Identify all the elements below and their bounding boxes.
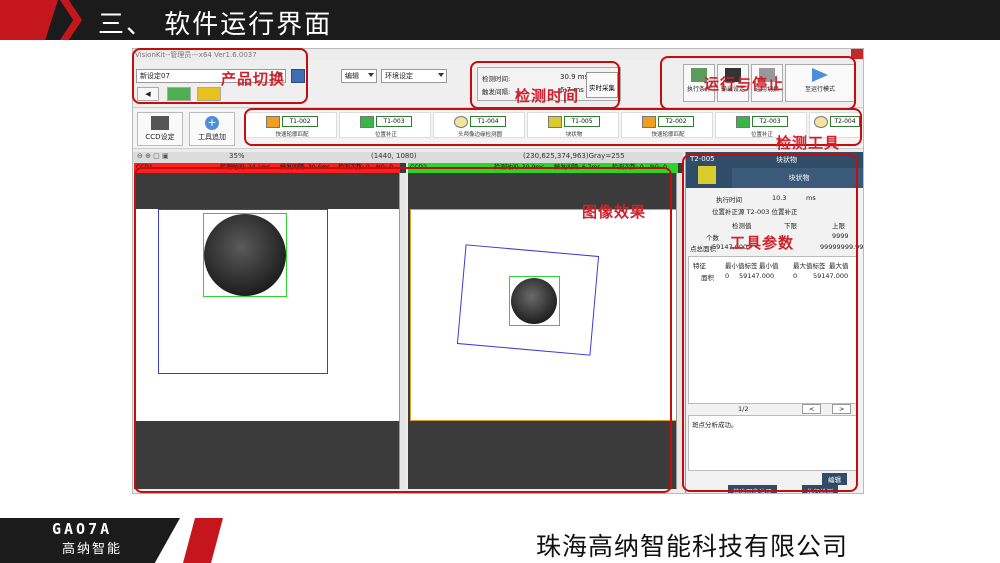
slide-title: 三、 软件运行界面 (98, 10, 333, 40)
chevron-down-icon (368, 73, 374, 77)
annotation-detect-tools (244, 108, 862, 146)
slide: 三、 软件运行界面 VisionKit--管理员---x64 Ver1.6.00… (0, 0, 1000, 563)
edit-menu-label: 编辑 (345, 72, 359, 80)
chevron-down-icon (438, 73, 444, 77)
zoom-level: 35% (229, 152, 245, 160)
annotation-detect-time-label: 检测时间 (515, 87, 580, 105)
plus-icon: + (205, 116, 219, 130)
image-size: (1440, 1080) (371, 152, 417, 160)
edit-menu[interactable]: 编辑 (341, 69, 377, 83)
image-status-bar: ⊖ ⊕ ▢ ▣ 35% (1440, 1080) (230,625,374,96… (133, 152, 683, 163)
add-tool-button[interactable]: + 工具追加 (189, 112, 235, 146)
add-tool-label: 工具追加 (198, 133, 226, 141)
annotation-tool-params (682, 154, 858, 492)
annotation-tool-params-label: 工具参数 (730, 234, 795, 252)
camera-icon (151, 116, 169, 130)
annotation-image-effect-label: 图像效果 (582, 203, 647, 221)
pixel-readout: (230,625,374,963)Gray=255 (523, 152, 625, 160)
annotation-detect-tools-label: 检测工具 (776, 134, 841, 152)
ccd-setup-button[interactable]: CCD设定 (137, 112, 183, 146)
annotation-product-switch-label: 产品切换 (221, 70, 286, 88)
company-logo: GAO7A (52, 520, 113, 538)
env-menu[interactable]: 环境设定 (381, 69, 447, 83)
ccd-setup-label: CCD设定 (145, 133, 175, 141)
env-menu-label: 环境设定 (385, 72, 413, 80)
company-name: 珠海高纳智能科技有限公司 (536, 532, 849, 561)
annotation-run-stop-label: 运行与停止 (704, 75, 785, 93)
zoom-icons[interactable]: ⊖ ⊕ ▢ ▣ (137, 152, 169, 160)
company-logo-cn: 高纳智能 (62, 542, 123, 557)
